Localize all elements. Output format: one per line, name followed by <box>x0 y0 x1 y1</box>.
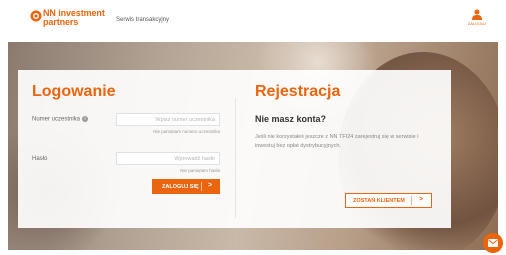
login-button-label: ZALOGUJ SIĘ <box>162 184 199 190</box>
password-input[interactable]: Wprowadź hasło <box>116 152 220 165</box>
participant-number-label: Numer uczestnika i <box>32 116 89 123</box>
user-label: ZALOGUJ <box>467 21 487 26</box>
user-login-button[interactable]: ZALOGUJ <box>464 9 490 35</box>
forgot-number-link[interactable]: Nie pamiętam numeru uczestnika <box>116 129 220 134</box>
become-client-button[interactable]: ZOSTAŃ KLIENTEM > <box>345 193 432 208</box>
chevron-right-icon: > <box>419 196 424 203</box>
become-client-label: ZOSTAŃ KLIENTEM <box>353 198 405 204</box>
register-subtitle: Nie masz konta? <box>255 114 327 124</box>
participant-number-input[interactable]: Wpisz numer uczestnika <box>116 113 220 126</box>
login-button[interactable]: ZALOGUJ SIĘ > <box>152 179 220 194</box>
nav-link-transaction-service[interactable]: Serwis transakcyjny <box>116 17 169 23</box>
card-divider <box>235 98 236 218</box>
info-icon[interactable]: i <box>82 116 89 122</box>
login-title: Logowanie <box>32 83 116 100</box>
forgot-password-link[interactable]: Nie pamiętam hasła <box>116 168 220 173</box>
chevron-right-icon: > <box>208 182 213 189</box>
register-description: Jeśli nie korzystałeś jeszcze z NN TFI24… <box>255 134 419 149</box>
user-icon <box>472 9 482 20</box>
brand-logo[interactable]: NN investment partners <box>30 9 120 34</box>
contact-mail-button[interactable] <box>483 233 503 253</box>
login-button-separator <box>201 182 202 191</box>
nn-logo-icon <box>30 10 42 22</box>
become-client-separator <box>411 196 412 205</box>
password-label: Hasło <box>32 156 48 162</box>
brand-name: NN investment partners <box>43 9 105 27</box>
mail-icon <box>488 239 498 247</box>
register-title: Rejestracja <box>255 83 341 100</box>
participant-number-label-text: Numer uczestnika <box>32 116 81 123</box>
top-header: NN investment partners Serwis transakcyj… <box>0 0 506 40</box>
login-register-card: Logowanie Numer uczestnika i Wpisz numer … <box>18 70 451 228</box>
brand-line-2: partners <box>43 17 79 27</box>
